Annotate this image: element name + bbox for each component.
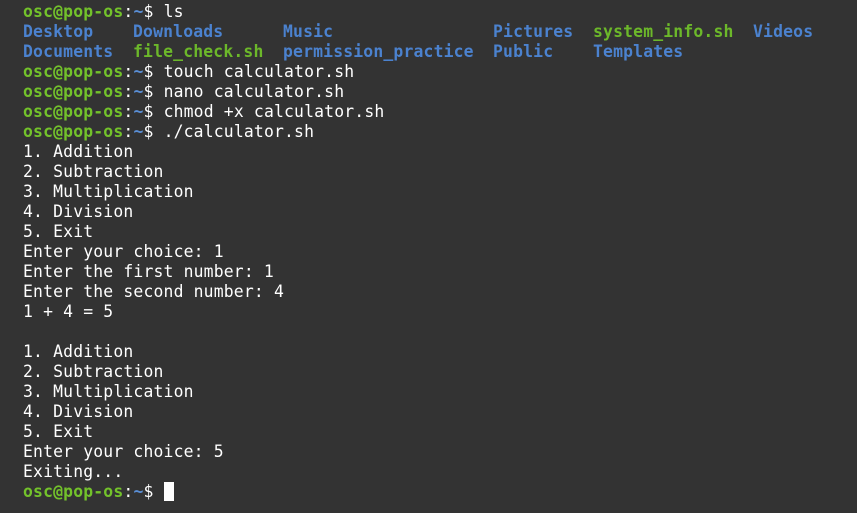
prompt-line: osc@pop-os:~$ touch calculator.sh xyxy=(23,62,857,82)
ls-entry-directory: permission_practice xyxy=(283,42,474,61)
prompt-user-host: osc@pop-os xyxy=(23,482,124,501)
ls-entry-executable: file_check.sh xyxy=(133,42,264,61)
output-line: Enter your choice: 5 xyxy=(23,442,224,461)
prompt-path: ~ xyxy=(133,2,144,21)
ls-entry-directory: Documents xyxy=(23,42,114,61)
terminal-window[interactable]: osc@pop-os:~$ ls Desktop Downloads Music… xyxy=(0,0,857,513)
ls-entry-directory: Music xyxy=(283,22,334,41)
prompt-separator: : xyxy=(123,2,134,21)
menu-option: 5. Exit xyxy=(23,422,94,441)
command-text: ./calculator.sh xyxy=(163,122,315,141)
menu-option: 2. Subtraction xyxy=(23,362,164,381)
prompt-user-host: osc@pop-os xyxy=(23,102,124,121)
ls-output-row: Documents file_check.sh permission_pract… xyxy=(23,42,857,62)
prompt-path: ~ xyxy=(133,62,144,81)
command-text: nano calculator.sh xyxy=(163,82,345,101)
prompt-user-host: osc@pop-os xyxy=(23,2,124,21)
ls-entry-directory: Templates xyxy=(593,42,684,61)
menu-option: 3. Multiplication xyxy=(23,382,194,401)
prompt-path: ~ xyxy=(133,82,144,101)
ls-entry-directory: Public xyxy=(493,42,554,61)
terminal-cursor[interactable] xyxy=(163,482,174,501)
menu-option: 2. Subtraction xyxy=(23,162,164,181)
prompt-separator: : xyxy=(123,122,134,141)
prompt-separator: : xyxy=(123,482,134,501)
output-line: Enter the first number: 1 xyxy=(23,262,274,281)
command-text: ls xyxy=(163,2,184,21)
prompt-path: ~ xyxy=(133,482,144,501)
prompt-symbol: $ xyxy=(143,102,164,121)
prompt-line: osc@pop-os:~$ nano calculator.sh xyxy=(23,82,857,102)
ls-output-row: Desktop Downloads Music Pictures system_… xyxy=(23,22,857,42)
prompt-line[interactable]: osc@pop-os:~$ xyxy=(23,482,857,502)
output-line: Enter the second number: 4 xyxy=(23,282,284,301)
prompt-path: ~ xyxy=(133,102,144,121)
output-result: 1 + 4 = 5 xyxy=(23,302,114,321)
prompt-symbol: $ xyxy=(143,62,164,81)
prompt-separator: : xyxy=(123,82,134,101)
prompt-separator: : xyxy=(123,62,134,81)
ls-entry-directory: Downloads xyxy=(133,22,224,41)
ls-entry-executable: system_info.sh xyxy=(593,22,734,41)
output-line: Exiting... xyxy=(23,462,124,481)
command-text: chmod +x calculator.sh xyxy=(163,102,385,121)
prompt-symbol: $ xyxy=(143,482,164,501)
prompt-path: ~ xyxy=(133,122,144,141)
menu-option: 1. Addition xyxy=(23,142,134,161)
menu-option: 5. Exit xyxy=(23,222,94,241)
prompt-line: osc@pop-os:~$ chmod +x calculator.sh xyxy=(23,102,857,122)
prompt-symbol: $ xyxy=(143,2,164,21)
ls-entry-directory: Pictures xyxy=(493,22,574,41)
prompt-user-host: osc@pop-os xyxy=(23,62,124,81)
menu-option: 4. Division xyxy=(23,202,134,221)
prompt-symbol: $ xyxy=(143,122,164,141)
prompt-line: osc@pop-os:~$ ./calculator.sh xyxy=(23,122,857,142)
prompt-line: osc@pop-os:~$ ls xyxy=(23,2,857,22)
ls-entry-directory: Desktop xyxy=(23,22,94,41)
prompt-symbol: $ xyxy=(143,82,164,101)
menu-option: 4. Division xyxy=(23,402,134,421)
menu-option: 1. Addition xyxy=(23,342,134,361)
output-line: Enter your choice: 1 xyxy=(23,242,224,261)
command-text: touch calculator.sh xyxy=(163,62,355,81)
ls-entry-directory: Videos xyxy=(753,22,814,41)
prompt-separator: : xyxy=(123,102,134,121)
prompt-user-host: osc@pop-os xyxy=(23,82,124,101)
menu-option: 3. Multiplication xyxy=(23,182,194,201)
prompt-user-host: osc@pop-os xyxy=(23,122,124,141)
